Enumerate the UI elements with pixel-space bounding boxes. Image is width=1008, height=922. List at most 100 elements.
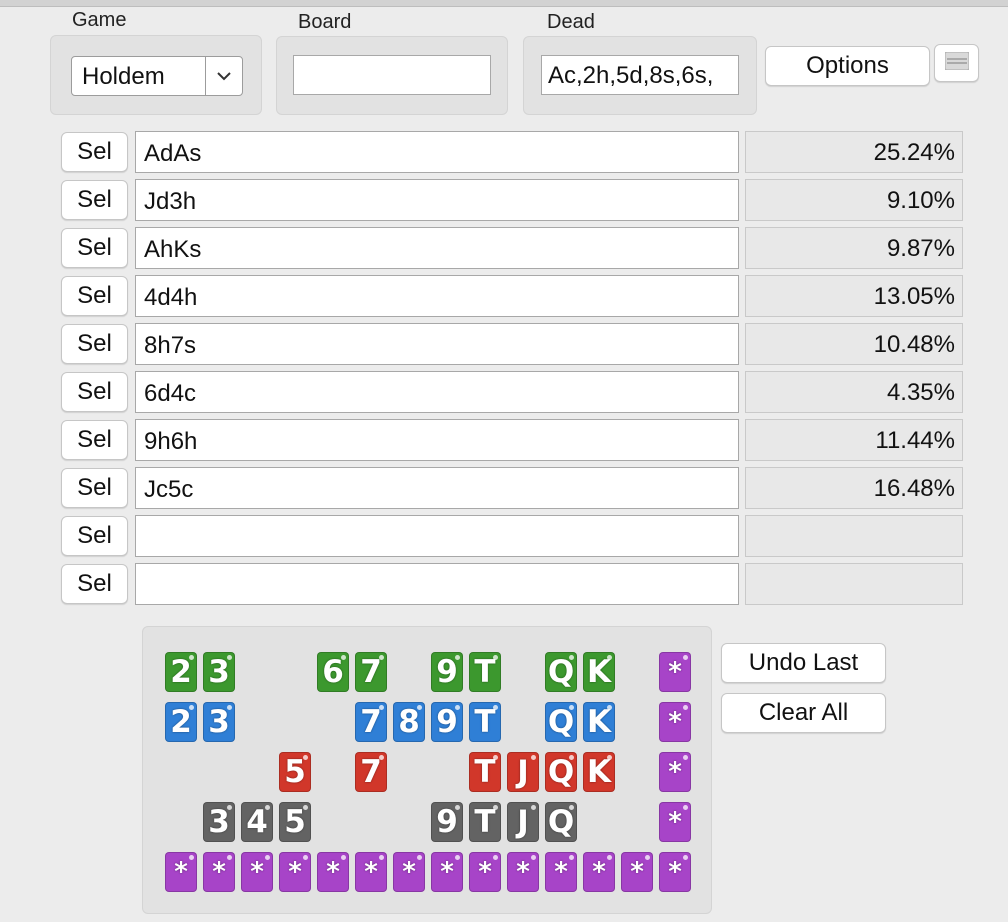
hand-input[interactable] [135, 563, 739, 605]
equity-value: 16.48% [745, 467, 963, 509]
player-row: Sel [0, 515, 1008, 557]
hand-input[interactable]: 6d4c [135, 371, 739, 413]
menu-button[interactable] [934, 44, 979, 82]
options-button[interactable]: Options [765, 46, 930, 86]
card-heart-10[interactable]: Q [545, 752, 577, 792]
select-hand-button[interactable]: Sel [61, 228, 128, 268]
hand-input[interactable]: Jc5c [135, 467, 739, 509]
card-club-4[interactable]: 6 [317, 652, 349, 692]
card-heart-11[interactable]: K [583, 752, 615, 792]
card-heart-9[interactable]: J [507, 752, 539, 792]
wildcard-any-6[interactable]: * [393, 852, 425, 892]
card-spade-7[interactable]: 9 [431, 802, 463, 842]
wildcard-any-7[interactable]: * [431, 852, 463, 892]
select-hand-button[interactable]: Sel [61, 324, 128, 364]
equity-value: 10.48% [745, 323, 963, 365]
card-diamond-0[interactable]: 2 [165, 702, 197, 742]
card-club-1[interactable]: 3 [203, 652, 235, 692]
player-row: Sel Jc5c 16.48% [0, 467, 1008, 509]
board-group [276, 36, 508, 115]
hand-input[interactable]: AdAs [135, 131, 739, 173]
wildcard-any-9[interactable]: * [507, 852, 539, 892]
card-club-10[interactable]: Q [545, 652, 577, 692]
dead-input[interactable]: Ac,2h,5d,8s,6s, [541, 55, 739, 95]
card-club-11[interactable]: K [583, 652, 615, 692]
hand-input[interactable]: 8h7s [135, 323, 739, 365]
card-spade-1[interactable]: 3 [203, 802, 235, 842]
chevron-down-icon[interactable] [205, 57, 242, 95]
wildcard-any-0[interactable]: * [165, 852, 197, 892]
hamburger-icon [944, 49, 969, 77]
card-club-0[interactable]: 2 [165, 652, 197, 692]
player-row: Sel AdAs 25.24% [0, 131, 1008, 173]
wildcard-any-13[interactable]: * [659, 852, 691, 892]
select-hand-button[interactable]: Sel [61, 372, 128, 412]
select-hand-button[interactable]: Sel [61, 564, 128, 604]
card-spade-2[interactable]: 4 [241, 802, 273, 842]
player-row: Sel 6d4c 4.35% [0, 371, 1008, 413]
select-hand-button[interactable]: Sel [61, 468, 128, 508]
player-row: Sel 4d4h 13.05% [0, 275, 1008, 317]
equity-value [745, 515, 963, 557]
player-row: Sel Jd3h 9.10% [0, 179, 1008, 221]
wildcard-any-5[interactable]: * [355, 852, 387, 892]
wildcard-any-12[interactable]: * [621, 852, 653, 892]
hand-input[interactable]: 4d4h [135, 275, 739, 317]
hand-input[interactable]: 9h6h [135, 419, 739, 461]
game-label: Game [72, 9, 127, 31]
dead-group: Ac,2h,5d,8s,6s, [523, 36, 757, 115]
wildcard-any-11[interactable]: * [583, 852, 615, 892]
card-heart-5[interactable]: 7 [355, 752, 387, 792]
select-hand-button[interactable]: Sel [61, 516, 128, 556]
game-select-value: Holdem [82, 63, 165, 90]
wildcard-diamond[interactable]: * [659, 702, 691, 742]
game-group: Holdem [50, 35, 262, 115]
card-spade-3[interactable]: 5 [279, 802, 311, 842]
wildcard-any-4[interactable]: * [317, 852, 349, 892]
card-diamond-5[interactable]: 7 [355, 702, 387, 742]
card-spade-10[interactable]: Q [545, 802, 577, 842]
select-hand-button[interactable]: Sel [61, 276, 128, 316]
clear-all-button[interactable]: Clear All [721, 693, 886, 733]
card-spade-9[interactable]: J [507, 802, 539, 842]
card-diamond-7[interactable]: 9 [431, 702, 463, 742]
player-row: Sel 8h7s 10.48% [0, 323, 1008, 365]
wildcard-club[interactable]: * [659, 652, 691, 692]
card-club-5[interactable]: 7 [355, 652, 387, 692]
equity-value: 11.44% [745, 419, 963, 461]
wildcard-any-1[interactable]: * [203, 852, 235, 892]
hand-input[interactable]: AhKs [135, 227, 739, 269]
equity-value: 4.35% [745, 371, 963, 413]
select-hand-button[interactable]: Sel [61, 420, 128, 460]
board-input[interactable] [293, 55, 491, 95]
card-heart-8[interactable]: T [469, 752, 501, 792]
window-top-edge [0, 0, 1008, 7]
wildcard-any-2[interactable]: * [241, 852, 273, 892]
card-club-8[interactable]: T [469, 652, 501, 692]
wildcard-any-3[interactable]: * [279, 852, 311, 892]
card-club-7[interactable]: 9 [431, 652, 463, 692]
card-spade-8[interactable]: T [469, 802, 501, 842]
wildcard-any-8[interactable]: * [469, 852, 501, 892]
card-diamond-11[interactable]: K [583, 702, 615, 742]
game-select[interactable]: Holdem [71, 56, 243, 96]
wildcard-any-10[interactable]: * [545, 852, 577, 892]
board-label: Board [298, 11, 352, 33]
card-heart-3[interactable]: 5 [279, 752, 311, 792]
card-diamond-6[interactable]: 8 [393, 702, 425, 742]
select-hand-button[interactable]: Sel [61, 180, 128, 220]
undo-last-button[interactable]: Undo Last [721, 643, 886, 683]
select-hand-button[interactable]: Sel [61, 132, 128, 172]
hand-input[interactable]: Jd3h [135, 179, 739, 221]
card-diamond-10[interactable]: Q [545, 702, 577, 742]
equity-value: 9.87% [745, 227, 963, 269]
player-row: Sel 9h6h 11.44% [0, 419, 1008, 461]
hand-input[interactable] [135, 515, 739, 557]
player-row: Sel AhKs 9.87% [0, 227, 1008, 269]
dead-input-value: Ac,2h,5d,8s,6s, [548, 62, 714, 89]
card-diamond-8[interactable]: T [469, 702, 501, 742]
wildcard-spade[interactable]: * [659, 802, 691, 842]
equity-value [745, 563, 963, 605]
wildcard-heart[interactable]: * [659, 752, 691, 792]
card-diamond-1[interactable]: 3 [203, 702, 235, 742]
